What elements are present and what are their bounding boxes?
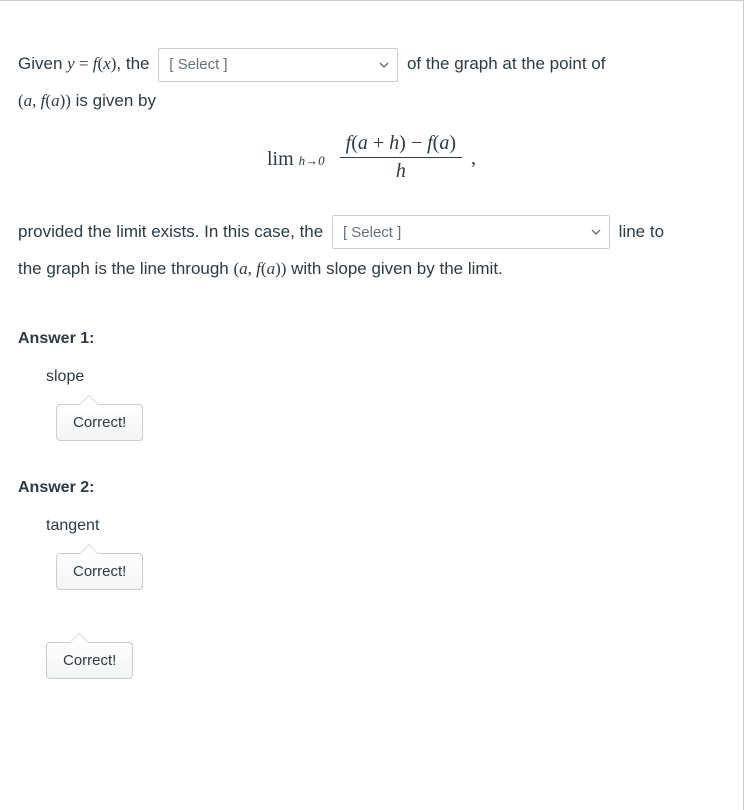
- text: provided the limit exists. In this case,…: [18, 222, 323, 241]
- math-a-fa-2: (a, f(a)): [233, 259, 286, 278]
- text: is given by: [71, 91, 156, 110]
- math-a-fa: (a, f(a)): [18, 91, 71, 110]
- text: Given: [18, 54, 67, 73]
- lim-subscript: h→0: [299, 153, 325, 168]
- limit-formula: lim h→0 f(a + h) − f(a) h ,: [18, 134, 725, 185]
- text: of the graph at the point of: [407, 54, 605, 73]
- feedback-correct-2: Correct!: [56, 553, 143, 590]
- select-placeholder: [ Select ]: [343, 216, 401, 249]
- question-frame: Given y = f(x), the [ Select ] of the gr…: [0, 0, 744, 810]
- text: the graph is the line through: [18, 259, 233, 278]
- feedback-correct-1: Correct!: [56, 404, 143, 441]
- answer-1-heading: Answer 1:: [18, 330, 725, 348]
- text: with slope given by the limit.: [286, 259, 502, 278]
- question-text: Given y = f(x), the [ Select ] of the gr…: [18, 45, 725, 288]
- answer-2-value: tangent: [46, 517, 725, 535]
- text: line to: [619, 222, 664, 241]
- select-dropdown-1[interactable]: [ Select ]: [158, 48, 398, 82]
- text: , the: [116, 54, 149, 73]
- chevron-down-icon: [591, 227, 601, 237]
- comma: ,: [471, 147, 476, 169]
- answer-2-heading: Answer 2:: [18, 479, 725, 497]
- math-y-equals-fx: y = f(x): [67, 54, 116, 73]
- feedback-correct-3: Correct!: [46, 642, 133, 679]
- lim-text: lim: [267, 148, 294, 170]
- fraction: f(a + h) − f(a) h: [340, 132, 462, 183]
- chevron-down-icon: [379, 60, 389, 70]
- answer-1-value: slope: [46, 368, 725, 386]
- select-dropdown-2[interactable]: [ Select ]: [332, 215, 610, 249]
- select-placeholder: [ Select ]: [169, 48, 227, 81]
